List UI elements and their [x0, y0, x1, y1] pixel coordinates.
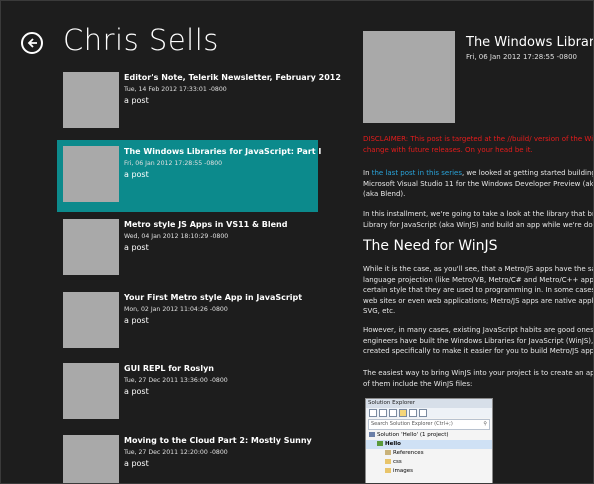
winjs-paragraph: The easiest way to bring WinJS into your…	[363, 369, 594, 388]
solution-explorer-screenshot: Solution Explorer Search Solution Explor…	[365, 398, 493, 483]
solution-tree-label: images	[393, 468, 413, 474]
post-title: Your First Metro style App in JavaScript	[124, 293, 303, 302]
app-window: Chris Sells Editor's Note, Telerik Newsl…	[0, 0, 594, 484]
section-heading: The Need for WinJS	[363, 238, 498, 254]
post-thumbnail	[63, 72, 119, 128]
post-list-item[interactable]: Your First Metro style App in JavaScript…	[57, 286, 318, 358]
post-list-item[interactable]: Moving to the Cloud Part 2: Mostly Sunny…	[57, 429, 318, 483]
forward-icon	[379, 409, 387, 417]
solution-tree-row: css	[366, 458, 492, 467]
folder-icon	[385, 459, 391, 464]
post-title: Moving to the Cloud Part 2: Mostly Sunny	[124, 436, 312, 445]
post-date: Fri, 06 Jan 2012 17:28:55 -0800	[124, 160, 223, 167]
back-arrow-icon	[27, 38, 37, 48]
post-date: Mon, 02 Jan 2012 11:04:26 -0800	[124, 306, 228, 313]
last-post-link[interactable]: the last post in this series	[372, 169, 462, 177]
disclaimer-text: DISCLAIMER: This post is targeted at the…	[363, 135, 594, 154]
detail-thumbnail	[363, 31, 455, 123]
page-title: Chris Sells	[63, 23, 219, 57]
solution-tree-row: images	[366, 467, 492, 476]
intro-paragraph: In the last post in this series, we look…	[363, 169, 594, 198]
habits-paragraph: However, in many cases, existing JavaScr…	[363, 326, 594, 355]
home-icon	[389, 409, 397, 417]
post-thumbnail	[63, 146, 119, 202]
sync-icon	[399, 409, 407, 417]
post-thumbnail	[63, 219, 119, 275]
post-subtitle: a post	[124, 243, 149, 252]
references-icon	[385, 450, 391, 455]
installment-paragraph: In this installment, we're going to take…	[363, 210, 594, 229]
need-paragraph: While it is the case, as you'll see, tha…	[363, 265, 594, 315]
solution-explorer-toolbar	[366, 408, 492, 418]
solution-icon	[369, 432, 375, 437]
post-subtitle: a post	[124, 170, 149, 179]
post-subtitle: a post	[124, 387, 149, 396]
solution-search-input: Search Solution Explorer (Ctrl+;) ⚲	[368, 419, 490, 430]
solution-tree-label: Hello	[385, 441, 401, 447]
solution-tree-label: Solution 'Hello' (1 project)	[377, 432, 449, 438]
solution-explorer-header: Solution Explorer	[366, 399, 492, 408]
back-button[interactable]	[21, 32, 43, 54]
post-subtitle: a post	[124, 459, 149, 468]
solution-tree-row: Hello	[366, 440, 492, 449]
search-icon: ⚲	[483, 421, 487, 427]
solution-tree: Solution 'Hello' (1 project) Hello Referen…	[366, 431, 492, 476]
post-title: GUI REPL for Roslyn	[124, 364, 214, 373]
solution-tree-row: Solution 'Hello' (1 project)	[366, 431, 492, 440]
solution-tree-row: References	[366, 449, 492, 458]
post-list-item[interactable]: The Windows Libraries for JavaScript: Pa…	[57, 140, 322, 212]
post-title: Metro style JS Apps in VS11 & Blend	[124, 220, 288, 229]
post-list-item[interactable]: GUI REPL for Roslyn Tue, 27 Dec 2011 13:3…	[57, 357, 318, 429]
post-subtitle: a post	[124, 96, 149, 105]
post-list-item[interactable]: Editor's Note, Telerik Newsletter, Febru…	[57, 66, 341, 138]
post-thumbnail	[63, 363, 119, 419]
post-date: Tue, 27 Dec 2011 13:36:00 -0800	[124, 377, 228, 384]
post-thumbnail	[63, 435, 119, 483]
post-detail: The Windows Librarie Fri, 06 Jan 2012 17…	[363, 1, 594, 483]
post-list-item[interactable]: Metro style JS Apps in VS11 & Blend Wed, …	[57, 213, 318, 285]
post-date: Wed, 04 Jan 2012 18:10:29 -0800	[124, 233, 229, 240]
collapse-icon	[419, 409, 427, 417]
solution-tree-label: References	[393, 450, 424, 456]
project-icon	[377, 441, 383, 446]
post-date: Tue, 27 Dec 2011 12:20:00 -0800	[124, 449, 228, 456]
post-title: The Windows Libraries for JavaScript: Pa…	[124, 147, 322, 156]
post-thumbnail	[63, 292, 119, 348]
solution-tree-label: css	[393, 459, 402, 465]
back-icon	[369, 409, 377, 417]
post-title: Editor's Note, Telerik Newsletter, Febru…	[124, 73, 341, 82]
folder-icon	[385, 468, 391, 473]
post-subtitle: a post	[124, 316, 149, 325]
post-date: Tue, 14 Feb 2012 17:33:01 -0800	[124, 86, 227, 93]
refresh-icon	[409, 409, 417, 417]
detail-date: Fri, 06 Jan 2012 17:28:55 -0800	[466, 53, 577, 61]
detail-title: The Windows Librarie	[466, 35, 594, 50]
